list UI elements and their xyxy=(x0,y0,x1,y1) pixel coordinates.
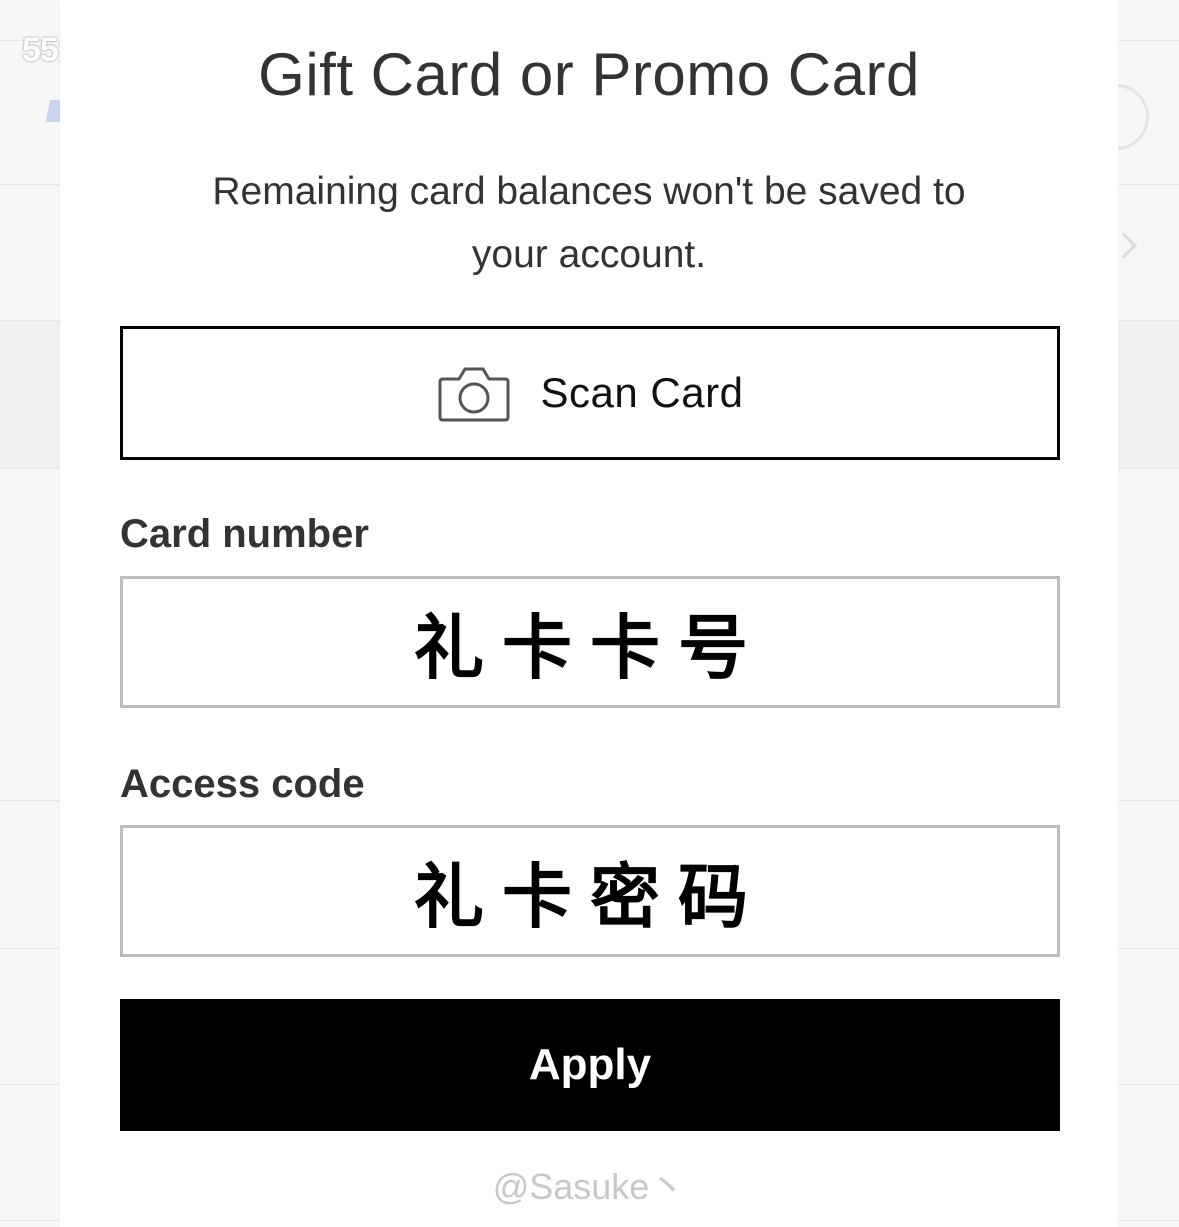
modal-title: Gift Card or Promo Card xyxy=(258,41,920,108)
gift-card-modal: Gift Card or Promo Card Remaining card b… xyxy=(60,0,1118,1227)
access-code-value: 礼卡密码 xyxy=(414,855,766,938)
access-code-input[interactable]: 礼卡密码 xyxy=(120,825,1060,957)
watermark-bottom: @Sasuke丶 xyxy=(492,1166,686,1207)
card-number-value: 礼卡卡号 xyxy=(414,606,766,689)
scan-card-label: Scan Card xyxy=(540,369,744,416)
modal-subtitle: Remaining card balances won't be saved t… xyxy=(160,160,1018,286)
camera-icon xyxy=(437,363,511,423)
subtitle-line-2: your account. xyxy=(471,233,707,276)
card-number-input[interactable]: 礼卡卡号 xyxy=(120,576,1060,708)
access-code-label: Access code xyxy=(120,762,365,806)
apply-button[interactable]: Apply xyxy=(120,999,1060,1131)
subtitle-line-1: Remaining card balances won't be saved t… xyxy=(212,170,966,213)
card-number-label: Card number xyxy=(120,512,369,556)
scan-card-button[interactable]: Scan Card xyxy=(120,326,1060,460)
